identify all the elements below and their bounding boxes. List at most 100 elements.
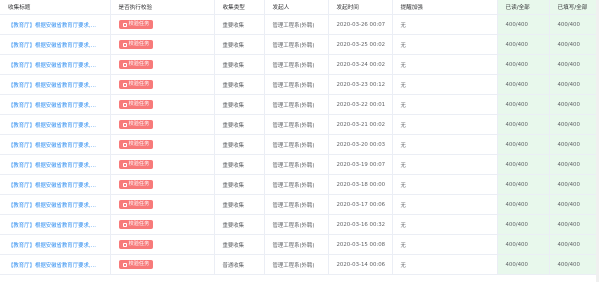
verify-task-label: 校验任务	[128, 121, 150, 127]
verify-cell: 校验任务	[110, 94, 215, 115]
header-type[interactable]: 收集类型	[214, 0, 265, 15]
row-type: 重要收集	[214, 194, 265, 215]
row-read: 400/400	[497, 14, 550, 35]
verify-task-button[interactable]: 校验任务	[118, 40, 154, 49]
table-row: 【教育厅】根据安徽省教育厅要求,… 校验任务 重要收集 管理工程系(外聘) 2020-0…	[0, 234, 599, 255]
row-read: 400/400	[497, 194, 550, 215]
verify-cell: 校验任务	[110, 154, 215, 175]
verify-task-button[interactable]: 校验任务	[118, 200, 154, 209]
table-row: 【教育厅】根据安徽省教育厅要求,… 校验任务 重要收集 管理工程系(外聘) 2020-0…	[0, 114, 599, 135]
task-icon	[122, 102, 127, 107]
row-sender: 管理工程系(外聘)	[264, 194, 329, 215]
verify-cell: 校验任务	[110, 254, 215, 275]
row-sender: 管理工程系(外聘)	[264, 54, 329, 75]
verify-task-button[interactable]: 校验任务	[118, 260, 154, 269]
table-row: 【教育厅】根据安徽省教育厅要求,… 校验任务 重要收集 管理工程系(外聘) 2020-0…	[0, 34, 599, 55]
header-read[interactable]: 已读/全部	[497, 0, 550, 15]
verify-task-label: 校验任务	[128, 221, 150, 227]
verify-task-button[interactable]: 校验任务	[118, 180, 154, 189]
data-table: 收集标题 是否执行校验 收集类型 发起人 发起时间 提醒加强 已读/全部 已填写…	[0, 0, 599, 275]
task-icon	[122, 142, 127, 147]
verify-task-button[interactable]: 校验任务	[118, 120, 154, 129]
task-icon	[122, 122, 127, 127]
table-row: 【教育厅】根据安徽省教育厅要求,… 校验任务 重要收集 管理工程系(外聘) 2020-0…	[0, 94, 599, 115]
row-time: 2020-03-19 00:07	[328, 154, 393, 175]
row-remind: 无	[392, 14, 498, 35]
verify-task-button[interactable]: 校验任务	[118, 220, 154, 229]
verify-task-button[interactable]: 校验任务	[118, 100, 154, 109]
verify-task-button[interactable]: 校验任务	[118, 240, 154, 249]
task-icon	[122, 62, 127, 67]
row-remind: 无	[392, 94, 498, 115]
verify-task-label: 校验任务	[128, 21, 150, 27]
row-filled: 400/400	[549, 94, 599, 115]
table-row: 【教育厅】根据安徽省教育厅要求,… 校验任务 重要收集 管理工程系(外聘) 2020-0…	[0, 14, 599, 35]
verify-task-label: 校验任务	[128, 141, 150, 147]
row-title-link[interactable]: 【教育厅】根据安徽省教育厅要求,…	[0, 254, 111, 275]
verify-cell: 校验任务	[110, 174, 215, 195]
row-remind: 无	[392, 174, 498, 195]
row-filled: 400/400	[549, 114, 599, 135]
table-row: 【教育厅】根据安徽省教育厅要求,… 校验任务 重要收集 管理工程系(外聘) 2020-0…	[0, 174, 599, 195]
verify-task-label: 校验任务	[128, 81, 150, 87]
row-filled: 400/400	[549, 194, 599, 215]
row-sender: 管理工程系(外聘)	[264, 74, 329, 95]
verify-task-label: 校验任务	[128, 61, 150, 67]
row-title-link[interactable]: 【教育厅】根据安徽省教育厅要求,…	[0, 214, 111, 235]
row-sender: 管理工程系(外聘)	[264, 154, 329, 175]
table-row: 【教育厅】根据安徽省教育厅要求,… 校验任务 普通收集 管理工程系(外聘) 2020-0…	[0, 254, 599, 275]
row-time: 2020-03-15 00:08	[328, 234, 393, 255]
verify-task-button[interactable]: 校验任务	[118, 60, 154, 69]
row-title-link[interactable]: 【教育厅】根据安徽省教育厅要求,…	[0, 154, 111, 175]
row-title-link[interactable]: 【教育厅】根据安徽省教育厅要求,…	[0, 114, 111, 135]
row-type: 重要收集	[214, 234, 265, 255]
row-read: 400/400	[497, 34, 550, 55]
row-read: 400/400	[497, 234, 550, 255]
row-type: 重要收集	[214, 114, 265, 135]
row-title-link[interactable]: 【教育厅】根据安徽省教育厅要求,…	[0, 194, 111, 215]
row-time: 2020-03-22 00:01	[328, 94, 393, 115]
verify-task-button[interactable]: 校验任务	[118, 80, 154, 89]
row-type: 重要收集	[214, 174, 265, 195]
table-row: 【教育厅】根据安徽省教育厅要求,… 校验任务 重要收集 管理工程系(外聘) 2020-0…	[0, 134, 599, 155]
header-title[interactable]: 收集标题	[0, 0, 111, 15]
row-read: 400/400	[497, 214, 550, 235]
verify-task-label: 校验任务	[128, 101, 150, 107]
row-type: 重要收集	[214, 134, 265, 155]
verify-cell: 校验任务	[110, 114, 215, 135]
row-title-link[interactable]: 【教育厅】根据安徽省教育厅要求,…	[0, 14, 111, 35]
row-read: 400/400	[497, 154, 550, 175]
header-verify[interactable]: 是否执行校验	[110, 0, 215, 15]
verify-cell: 校验任务	[110, 234, 215, 255]
row-filled: 400/400	[549, 34, 599, 55]
task-icon	[122, 262, 127, 267]
collection-table: 收集标题 是否执行校验 收集类型 发起人 发起时间 提醒加强 已读/全部 已填写…	[0, 0, 599, 282]
task-icon	[122, 82, 127, 87]
row-filled: 400/400	[549, 154, 599, 175]
row-title-link[interactable]: 【教育厅】根据安徽省教育厅要求,…	[0, 74, 111, 95]
verify-task-button[interactable]: 校验任务	[118, 20, 154, 29]
row-title-link[interactable]: 【教育厅】根据安徽省教育厅要求,…	[0, 174, 111, 195]
task-icon	[122, 222, 127, 227]
row-title-link[interactable]: 【教育厅】根据安徽省教育厅要求,…	[0, 94, 111, 115]
verify-cell: 校验任务	[110, 134, 215, 155]
row-type: 普通收集	[214, 254, 265, 275]
row-time: 2020-03-24 00:02	[328, 54, 393, 75]
row-remind: 无	[392, 214, 498, 235]
row-title-link[interactable]: 【教育厅】根据安徽省教育厅要求,…	[0, 234, 111, 255]
header-filled[interactable]: 已填写/全部	[549, 0, 599, 15]
row-title-link[interactable]: 【教育厅】根据安徽省教育厅要求,…	[0, 34, 111, 55]
header-time[interactable]: 发起时间	[328, 0, 393, 15]
row-read: 400/400	[497, 174, 550, 195]
header-sender[interactable]: 发起人	[264, 0, 329, 15]
row-filled: 400/400	[549, 214, 599, 235]
row-title-link[interactable]: 【教育厅】根据安徽省教育厅要求,…	[0, 134, 111, 155]
verify-task-button[interactable]: 校验任务	[118, 160, 154, 169]
row-sender: 管理工程系(外聘)	[264, 114, 329, 135]
row-title-link[interactable]: 【教育厅】根据安徽省教育厅要求,…	[0, 54, 111, 75]
row-type: 重要收集	[214, 34, 265, 55]
row-sender: 管理工程系(外聘)	[264, 234, 329, 255]
task-icon	[122, 182, 127, 187]
verify-task-button[interactable]: 校验任务	[118, 140, 154, 149]
header-remind[interactable]: 提醒加强	[392, 0, 498, 15]
